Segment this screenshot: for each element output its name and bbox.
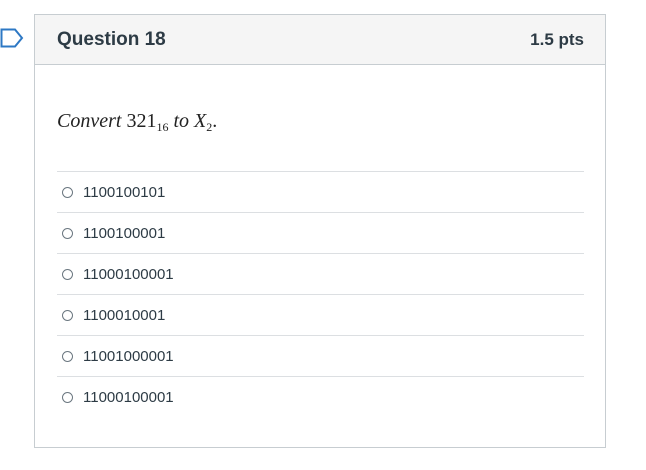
prompt-target: X — [194, 110, 207, 132]
prompt-base-from: 16 — [156, 120, 169, 134]
question-card: Question 18 1.5 pts Convert 32116 to X2.… — [34, 14, 606, 448]
question-header: Question 18 1.5 pts — [35, 15, 605, 65]
answer-option[interactable]: 1100010001 — [57, 295, 584, 336]
prompt-word-convert: Convert — [57, 110, 122, 132]
question-points: 1.5 pts — [530, 29, 584, 49]
answer-option[interactable]: 11001000001 — [57, 336, 584, 377]
answer-option[interactable]: 11000100001 — [57, 254, 584, 295]
answer-option[interactable]: 11000100001 — [57, 377, 584, 418]
radio-unchecked-icon[interactable] — [62, 309, 73, 321]
question-body: Convert 32116 to X2. 1100100101 11001000… — [35, 109, 605, 418]
quiz-page: Question 18 1.5 pts Convert 32116 to X2.… — [0, 0, 646, 470]
answer-label[interactable]: 1100100101 — [83, 184, 165, 201]
answer-label[interactable]: 1100100001 — [83, 225, 165, 242]
radio-unchecked-icon[interactable] — [62, 268, 73, 280]
answer-label[interactable]: 1100010001 — [83, 307, 165, 324]
question-title: Question 18 — [57, 28, 166, 50]
radio-unchecked-icon[interactable] — [62, 227, 73, 239]
question-prompt: Convert 32116 to X2. — [57, 109, 584, 133]
radio-unchecked-icon[interactable] — [62, 186, 73, 198]
flag-question-icon[interactable] — [0, 28, 24, 48]
answer-label[interactable]: 11001000001 — [83, 348, 174, 365]
answer-list: 1100100101 1100100001 11000100001 110001… — [57, 171, 584, 418]
answer-label[interactable]: 11000100001 — [83, 266, 174, 283]
radio-unchecked-icon[interactable] — [62, 350, 73, 362]
answer-label[interactable]: 11000100001 — [83, 389, 174, 406]
radio-unchecked-icon[interactable] — [62, 392, 73, 403]
prompt-number: 321 — [126, 110, 157, 132]
prompt-period: . — [212, 110, 218, 132]
answer-option[interactable]: 1100100001 — [57, 213, 584, 254]
prompt-word-to: to — [173, 110, 189, 132]
answer-option[interactable]: 1100100101 — [57, 172, 584, 213]
